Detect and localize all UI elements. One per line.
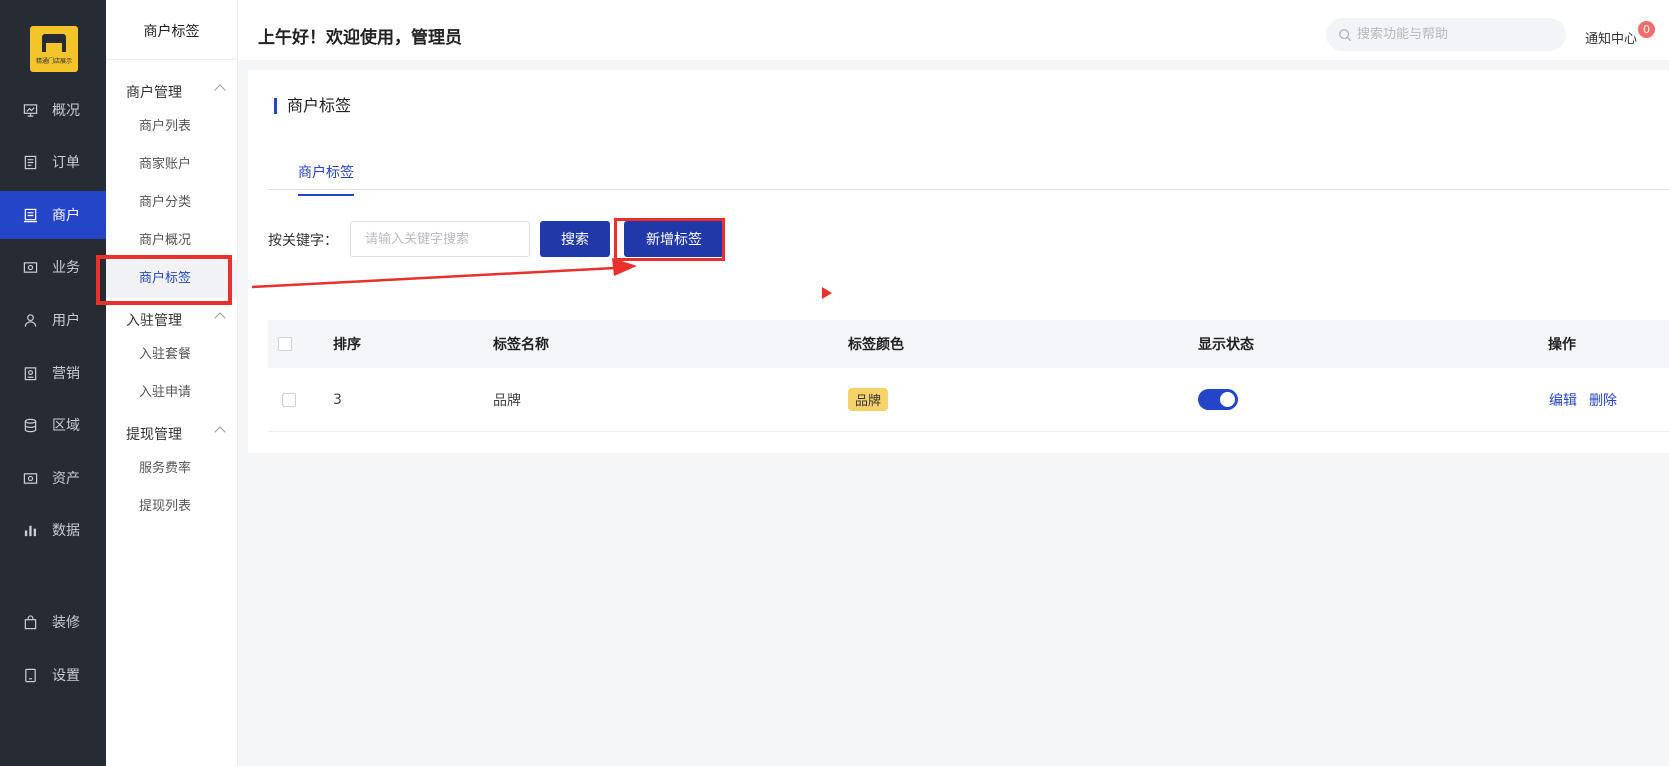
search-button[interactable]: 搜索 — [540, 221, 610, 257]
business-icon — [22, 259, 38, 275]
subnav-group-merchant-management[interactable]: 商户管理 — [126, 82, 226, 102]
notice-center-link[interactable]: 通知中心 — [1585, 28, 1637, 47]
column-tag-name: 标签名称 — [493, 337, 549, 353]
subnav-group-label: 入驻管理 — [126, 313, 182, 329]
subnav-group-withdrawal[interactable]: 提现管理 — [126, 424, 226, 444]
subnav-group-label: 提现管理 — [126, 427, 182, 443]
global-search[interactable] — [1326, 18, 1566, 51]
subnav-title: 商户标签 — [106, 0, 237, 60]
nav-item-decoration[interactable]: 装修 — [0, 598, 106, 646]
content-card: 商户标签 商户标签 按关键字： 搜索 新增标签 排序 标签名称 标签颜色 显示状… — [248, 70, 1669, 453]
column-actions: 操作 — [1548, 337, 1576, 353]
nav-item-overview[interactable]: 概况 — [0, 86, 106, 134]
select-all-checkbox[interactable] — [278, 320, 292, 368]
row-sort: 3 — [333, 391, 342, 408]
nav-item-data[interactable]: 数据 — [0, 506, 106, 554]
store-logo-icon — [42, 34, 66, 52]
delete-link[interactable]: 删除 — [1589, 390, 1617, 410]
column-sort: 排序 — [333, 337, 361, 353]
row-checkbox[interactable] — [282, 368, 296, 431]
table-header: 排序 标签名称 标签颜色 显示状态 操作 — [268, 320, 1669, 368]
nav-item-settings[interactable]: 设置 — [0, 651, 106, 699]
nav-item-region[interactable]: 区域 — [0, 401, 106, 449]
keyword-label: 按关键字： — [268, 233, 338, 249]
tab-bar: 商户标签 — [268, 146, 1669, 196]
nav-item-label: 用户 — [52, 313, 80, 329]
chevron-up-icon — [214, 312, 226, 324]
subnav-item-merchant-tags[interactable]: 商户标签 — [106, 260, 237, 298]
tab-merchant-tags[interactable]: 商户标签 — [298, 162, 354, 196]
subnav-item-service-rate[interactable]: 服务费率 — [106, 450, 237, 488]
nav-item-label: 概况 — [52, 103, 80, 119]
main-nav: 精通门店展示 概况 订单 商户 业务 用户 营销 区域 资产 数据 装修 设置 — [0, 0, 106, 766]
subnav-item-onboarding-package[interactable]: 入驻套餐 — [106, 336, 237, 374]
column-tag-color: 标签颜色 — [848, 337, 904, 353]
nav-item-users[interactable]: 用户 — [0, 296, 106, 344]
nav-item-label: 商户 — [52, 208, 80, 224]
row-tag-name: 品牌 — [493, 392, 521, 409]
nav-item-label: 资产 — [52, 471, 80, 487]
display-status-toggle[interactable] — [1198, 389, 1238, 410]
subnav-group-label: 商户管理 — [126, 85, 182, 101]
assets-icon — [22, 470, 38, 486]
nav-item-label: 设置 — [52, 668, 80, 684]
row-display-status — [1198, 368, 1238, 431]
greeting: 上午好！欢迎使用，管理员 — [258, 28, 462, 48]
nav-item-label: 数据 — [52, 523, 80, 539]
database-icon — [22, 417, 38, 433]
edit-link[interactable]: 编辑 — [1549, 390, 1577, 410]
nav-item-assets[interactable]: 资产 — [0, 454, 106, 502]
sub-nav: 商户标签 商户管理 商户列表 商家账户 商户分类 商户概况 商户标签 入驻管理 … — [106, 0, 238, 766]
chevron-up-icon — [214, 84, 226, 96]
bag-icon — [22, 614, 38, 630]
nav-item-merchant[interactable]: 商户 — [0, 191, 106, 239]
settings-icon — [22, 667, 38, 683]
table-row: 3 品牌 品牌 编辑 删除 — [268, 368, 1669, 432]
logo[interactable]: 精通门店展示 — [30, 26, 78, 72]
chevron-up-icon — [214, 426, 226, 438]
subnav-item-merchant-overview[interactable]: 商户概况 — [106, 222, 237, 260]
page-title: 商户标签 — [274, 98, 351, 114]
notice-count-badge: 0 — [1638, 21, 1655, 38]
keyword-input[interactable] — [350, 221, 530, 257]
add-tag-button[interactable]: 新增标签 — [624, 221, 724, 257]
nav-item-marketing[interactable]: 营销 — [0, 349, 106, 397]
subnav-item-merchant-list[interactable]: 商户列表 — [106, 108, 237, 146]
subnav-item-withdrawal-list[interactable]: 提现列表 — [106, 488, 237, 526]
global-search-input[interactable] — [1357, 27, 1557, 42]
column-display-status: 显示状态 — [1198, 337, 1254, 353]
nav-item-label: 区域 — [52, 418, 80, 434]
nav-item-orders[interactable]: 订单 — [0, 138, 106, 186]
color-tag-badge: 品牌 — [848, 388, 889, 411]
row-actions: 编辑 删除 — [1549, 368, 1629, 431]
subnav-group-onboarding[interactable]: 入驻管理 — [126, 310, 226, 330]
bar-chart-icon — [22, 522, 38, 538]
user-icon — [22, 312, 38, 328]
subnav-item-merchant-account[interactable]: 商家账户 — [106, 146, 237, 184]
nav-item-label: 营销 — [52, 366, 80, 382]
subnav-item-merchant-category[interactable]: 商户分类 — [106, 184, 237, 222]
logo-text: 精通门店展示 — [35, 58, 72, 65]
top-header: 上午好！欢迎使用，管理员 通知中心 0 — [238, 0, 1669, 60]
chart-board-icon — [22, 102, 38, 118]
subnav-item-onboarding-application[interactable]: 入驻申请 — [106, 374, 237, 412]
search-icon — [1339, 28, 1352, 41]
marketing-icon — [22, 365, 38, 381]
document-icon — [22, 154, 38, 170]
store-icon — [22, 207, 38, 223]
nav-item-label: 装修 — [52, 615, 80, 631]
row-tag-color: 品牌 — [848, 368, 889, 431]
nav-item-business[interactable]: 业务 — [0, 243, 106, 291]
nav-item-label: 业务 — [52, 260, 80, 276]
nav-item-label: 订单 — [52, 155, 80, 171]
